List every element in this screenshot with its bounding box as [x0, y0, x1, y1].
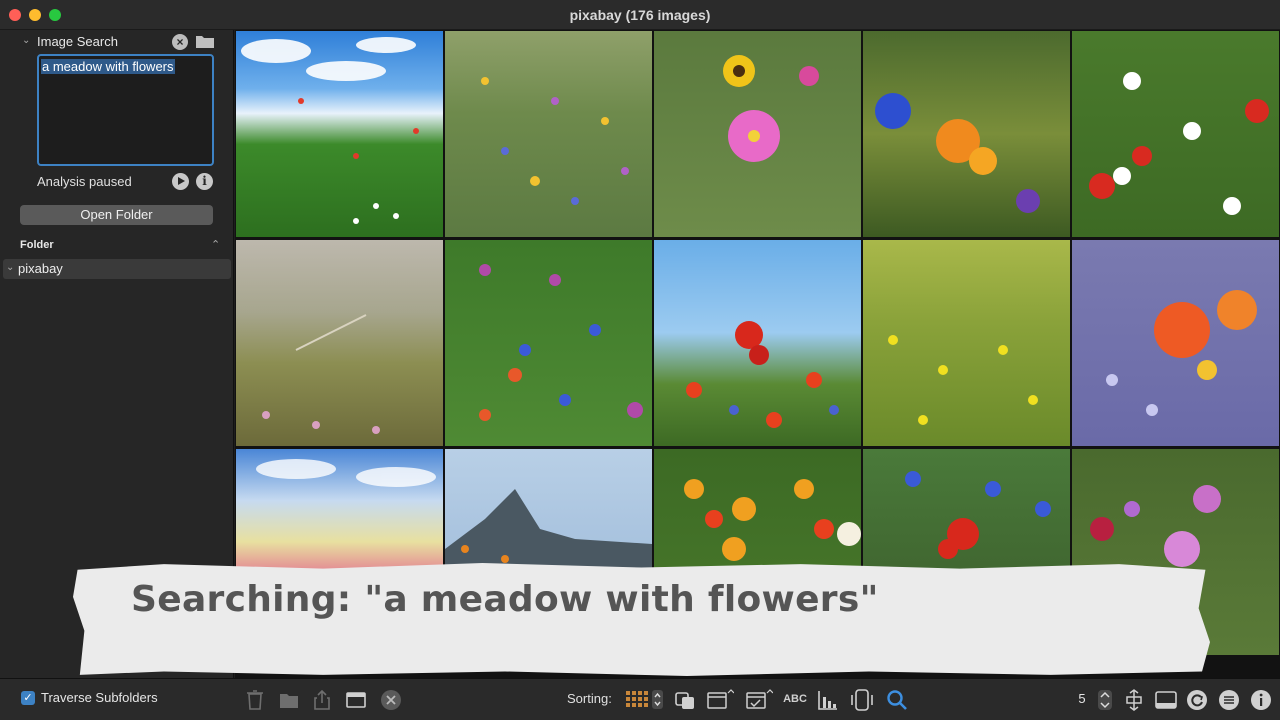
image-thumbnail[interactable]: [654, 240, 861, 446]
search-banner: Searching: "a meadow with flowers": [73, 563, 1210, 676]
search-query-input[interactable]: a meadow with flowers: [37, 54, 214, 166]
panel-icon[interactable]: [1155, 689, 1177, 711]
image-thumbnail[interactable]: [445, 240, 652, 446]
calendar-check-icon[interactable]: [745, 689, 773, 711]
analysis-status: Analysis paused: [37, 174, 132, 189]
meadow-image: [1106, 290, 1257, 416]
image-thumbnail[interactable]: [1072, 31, 1279, 237]
trash-icon[interactable]: [246, 689, 264, 711]
meadow-image: [723, 55, 819, 162]
close-circle-icon[interactable]: [380, 689, 402, 711]
search-icon[interactable]: [885, 689, 909, 711]
image-thumbnail[interactable]: [1072, 240, 1279, 446]
meadow-image: [241, 37, 419, 224]
meadow-image: [888, 335, 1038, 425]
menu-icon[interactable]: [1218, 689, 1240, 711]
sorting-label: Sorting:: [567, 691, 612, 706]
image-thumbnail[interactable]: [445, 31, 652, 237]
meadow-image: [686, 321, 839, 428]
image-thumbnail[interactable]: [863, 31, 1070, 237]
folder-icon[interactable]: [279, 689, 299, 711]
similarity-icon[interactable]: [849, 689, 875, 711]
info-icon[interactable]: i: [196, 173, 213, 190]
title-bar: pixabay (176 images): [0, 0, 1280, 30]
traverse-subfolders-label: Traverse Subfolders: [41, 690, 158, 705]
meadow-image: [875, 93, 1040, 213]
folder-icon[interactable]: [196, 35, 214, 48]
duplicate-icon[interactable]: [674, 689, 696, 711]
sort-grid-icon[interactable]: [625, 689, 665, 711]
clear-search-icon[interactable]: ×: [172, 34, 188, 50]
image-thumbnail[interactable]: [654, 31, 861, 237]
traverse-subfolders-checkbox[interactable]: ✓: [21, 691, 35, 705]
bottom-toolbar: ✓ Traverse Subfolders Sorting: ABC 5: [0, 678, 1280, 720]
meadow-image: [1089, 72, 1269, 215]
folder-name: pixabay: [18, 261, 63, 276]
image-thumbnail[interactable]: [236, 31, 443, 237]
image-search-section: ⌄ Image Search ×: [20, 33, 220, 53]
chevron-up-icon[interactable]: ⌃: [211, 238, 220, 251]
image-search-label: Image Search: [37, 34, 118, 49]
share-icon[interactable]: [313, 689, 331, 711]
meadow-image: [262, 314, 380, 434]
meadow-image: [479, 264, 643, 421]
bar-chart-icon[interactable]: [817, 689, 839, 711]
image-thumbnail[interactable]: [863, 240, 1070, 446]
open-folder-button[interactable]: Open Folder: [20, 205, 213, 225]
image-thumbnail[interactable]: [236, 240, 443, 446]
sort-abc-button[interactable]: ABC: [782, 693, 808, 715]
chevron-down-icon[interactable]: ⌄: [6, 262, 14, 273]
chevron-down-icon[interactable]: ⌄: [22, 35, 30, 46]
play-icon[interactable]: [172, 173, 189, 190]
window-icon[interactable]: [346, 689, 366, 711]
folder-section-header: Folder: [20, 239, 54, 251]
stepper-icon[interactable]: [1097, 689, 1113, 711]
search-query-text: a meadow with flowers: [41, 59, 175, 74]
columns-count[interactable]: 5: [1073, 689, 1091, 709]
meadow-image: [481, 77, 629, 205]
fit-height-icon[interactable]: [1123, 689, 1145, 711]
search-banner-text: Searching: "a meadow with flowers": [131, 579, 879, 620]
calendar-camera-icon[interactable]: [706, 689, 734, 711]
refresh-icon[interactable]: [1186, 689, 1208, 711]
window-title: pixabay (176 images): [569, 7, 711, 23]
folder-item-pixabay[interactable]: ⌄ pixabay: [3, 259, 231, 279]
info-icon[interactable]: [1250, 689, 1272, 711]
